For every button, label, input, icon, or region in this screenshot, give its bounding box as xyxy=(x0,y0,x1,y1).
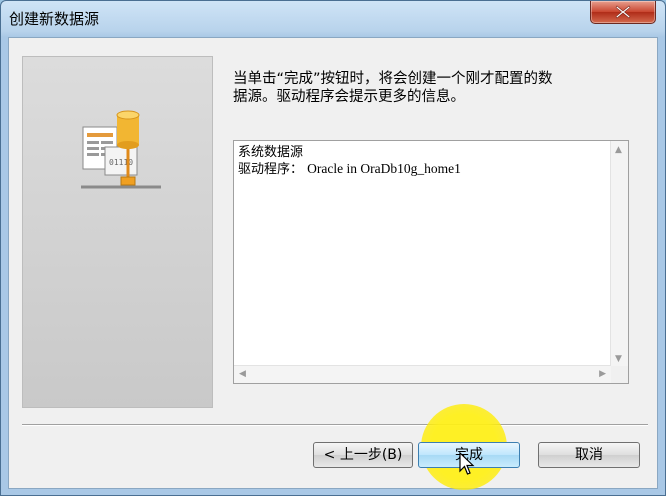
summary-driver-label: 驱动程序： xyxy=(238,162,304,177)
button-separator xyxy=(22,424,648,426)
scroll-down-icon[interactable]: ▼ xyxy=(615,354,622,364)
window-title: 创建新数据源 xyxy=(9,10,100,28)
close-icon xyxy=(615,5,631,19)
svg-text:01110: 01110 xyxy=(109,158,133,167)
back-button[interactable]: < 上一步(B) xyxy=(313,442,413,468)
title-bar[interactable]: 创建新数据源 xyxy=(1,1,665,37)
horizontal-scrollbar[interactable]: ◀ ▶ xyxy=(234,365,611,383)
description-line-1: 当单击“完成”按钮时，将会创建一个刚才配置的数 xyxy=(233,71,553,87)
scroll-left-icon[interactable]: ◀ xyxy=(239,369,246,379)
scroll-right-icon[interactable]: ▶ xyxy=(599,369,606,379)
finish-button[interactable]: 完成 xyxy=(418,442,520,468)
description-line-2: 据源。驱动程序会提示更多的信息。 xyxy=(233,89,465,105)
summary-driver-row: 驱动程序： Oracle in OraDb10g_home1 xyxy=(238,161,461,178)
dialog-body: 01110 当单击“完成”按钮时，将会创建一个刚才配置的数 据源。驱动程序会提示… xyxy=(8,37,658,490)
cancel-button[interactable]: 取消 xyxy=(538,442,640,468)
summary-driver-value: Oracle in OraDb10g_home1 xyxy=(307,161,461,176)
finish-description: 当单击“完成”按钮时，将会创建一个刚才配置的数 据源。驱动程序会提示更多的信息。 xyxy=(233,70,633,106)
database-server-icon: 01110 xyxy=(81,110,161,189)
data-source-summary-box[interactable]: 系统数据源 驱动程序： Oracle in OraDb10g_home1 ▲ ▼… xyxy=(233,140,629,384)
scrollbar-corner xyxy=(611,366,628,383)
summary-content: 系统数据源 驱动程序： Oracle in OraDb10g_home1 xyxy=(238,145,461,178)
close-button[interactable] xyxy=(590,1,656,24)
scroll-up-icon[interactable]: ▲ xyxy=(615,145,622,155)
wizard-image-panel: 01110 xyxy=(22,56,213,408)
create-new-data-source-dialog: 创建新数据源 01110 当单击“完成”按钮时，将会创建一个刚才配置的数 据源。… xyxy=(0,0,666,496)
summary-data-source-type: 系统数据源 xyxy=(238,145,304,160)
vertical-scrollbar[interactable]: ▲ ▼ xyxy=(610,141,628,368)
